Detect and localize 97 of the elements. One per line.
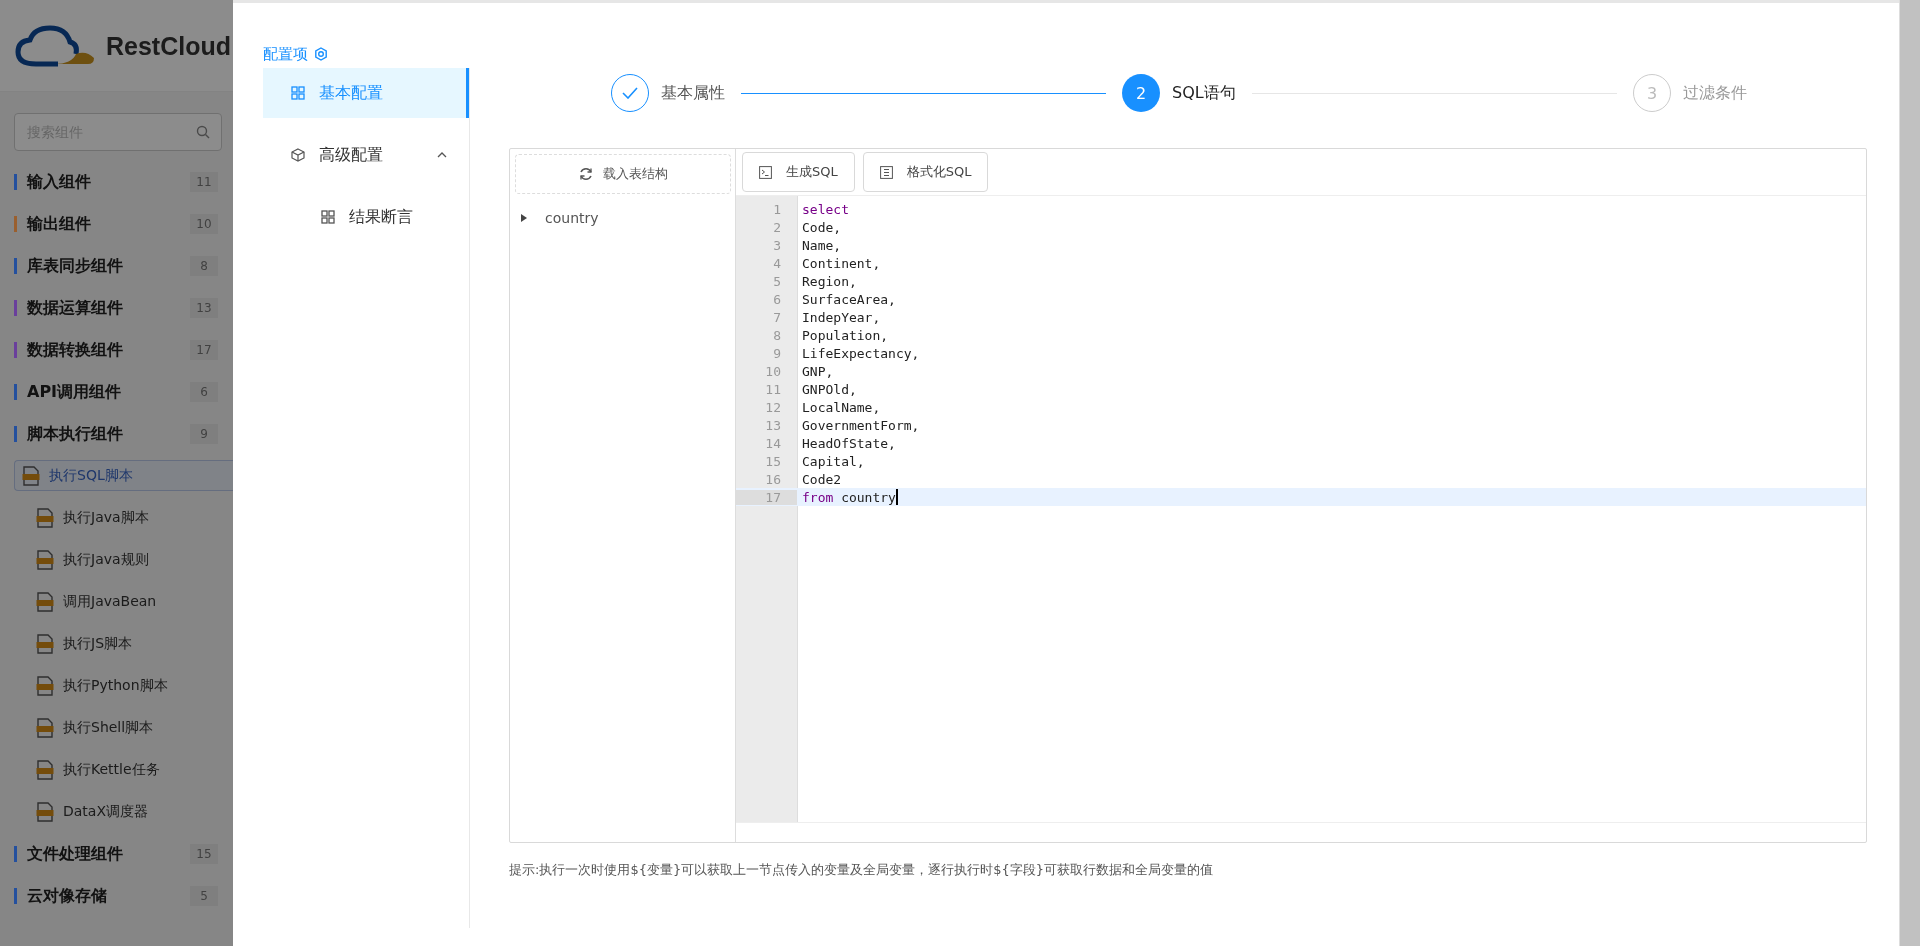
file-icon xyxy=(36,718,54,738)
code-editor[interactable] xyxy=(736,196,1866,823)
count-badge: 11 xyxy=(190,172,218,192)
file-icon xyxy=(36,550,54,570)
component-item[interactable]: 执行Java脚本 xyxy=(14,497,233,539)
component-item[interactable]: 执行Shell脚本 xyxy=(14,707,233,749)
grid-icon xyxy=(321,210,335,224)
code-line: Capital, xyxy=(801,452,865,470)
line-number: 2 xyxy=(772,219,782,235)
line-number: 17 xyxy=(736,489,797,505)
code-line: select xyxy=(801,200,849,218)
category-label[interactable]: 数据转换组件 xyxy=(27,339,190,361)
component-item[interactable]: 调用JavaBean xyxy=(14,581,233,623)
line-number: 8 xyxy=(772,327,782,343)
line-number: 12 xyxy=(764,399,782,415)
count-badge: 8 xyxy=(190,256,218,276)
terminal-icon xyxy=(759,165,772,179)
count-badge: 10 xyxy=(190,214,218,234)
component-item[interactable]: 执行Kettle任务 xyxy=(14,749,233,791)
hint-text: 提示:执行一次时使用${变量}可以获取上一节点传入的变量及全局变量，逐行执行时${字段}可获取行数据和全局变量的值 xyxy=(509,861,1214,879)
code-line: Code2 xyxy=(801,470,842,488)
code-line: GovernmentForm, xyxy=(801,416,920,434)
grid-icon xyxy=(291,86,305,100)
count-badge: 13 xyxy=(190,298,218,318)
step-title: 过滤条件 xyxy=(1683,82,1747,104)
code-line: Continent, xyxy=(801,254,881,272)
line-number: 7 xyxy=(772,309,782,325)
line-number: 5 xyxy=(772,273,782,289)
code-line: Region, xyxy=(801,272,857,290)
line-number: 11 xyxy=(764,381,782,397)
line-number: 9 xyxy=(772,345,782,361)
step-title: 基本属性 xyxy=(661,82,725,104)
category-label[interactable]: 文件处理组件 xyxy=(27,843,190,865)
menu-item[interactable]: 高级配置 xyxy=(263,130,469,180)
category-label[interactable]: API调用组件 xyxy=(27,381,190,403)
category-label[interactable]: 数据运算组件 xyxy=(27,297,190,319)
component-item[interactable]: 执行Python脚本 xyxy=(14,665,233,707)
component-item[interactable]: 执行Java规则 xyxy=(14,539,233,581)
toolbar-button[interactable]: 格式化SQL xyxy=(862,152,989,192)
refresh-icon xyxy=(578,167,593,181)
category-label[interactable]: 输出组件 xyxy=(27,213,190,235)
panel-title: 配置项 xyxy=(263,44,308,64)
count-badge: 17 xyxy=(190,340,218,360)
logo-text: RestCloud xyxy=(106,30,231,62)
line-number: 3 xyxy=(772,237,782,253)
line-number: 15 xyxy=(764,453,782,469)
count-badge: 15 xyxy=(190,844,218,864)
count-badge: 9 xyxy=(190,424,218,444)
component-item[interactable]: 执行JS脚本 xyxy=(14,623,233,665)
count-badge: 5 xyxy=(190,886,218,906)
code-line: Code, xyxy=(801,218,842,236)
chevron-icon xyxy=(437,152,447,158)
code-line: Name, xyxy=(801,236,842,254)
code-line: LifeExpectancy, xyxy=(801,344,920,362)
search-icon xyxy=(196,125,210,139)
file-icon xyxy=(36,634,54,654)
tree-node[interactable]: country xyxy=(545,210,599,226)
category-label[interactable]: 脚本执行组件 xyxy=(27,423,190,445)
load-structure-button[interactable]: 载入表结构 xyxy=(515,154,731,194)
file-icon xyxy=(36,592,54,612)
cube-icon xyxy=(291,148,305,162)
category-label[interactable]: 库表同步组件 xyxy=(27,255,190,277)
check-icon xyxy=(622,87,638,99)
toolbar-button[interactable]: 生成SQL xyxy=(742,152,855,192)
document-icon xyxy=(879,165,893,179)
line-number: 6 xyxy=(772,291,782,307)
step-title: SQL语句 xyxy=(1172,82,1236,104)
line-number: 16 xyxy=(764,471,782,487)
code-line: HeadOfState, xyxy=(801,434,896,452)
code-line: LocalName, xyxy=(801,398,881,416)
file-icon xyxy=(36,676,54,696)
file-icon xyxy=(36,760,54,780)
text-cursor xyxy=(895,489,898,505)
code-line: IndepYear, xyxy=(801,308,881,326)
code-line: SurfaceArea, xyxy=(801,290,896,308)
file-icon xyxy=(36,802,54,822)
file-icon xyxy=(22,465,40,486)
count-badge: 6 xyxy=(190,382,218,402)
line-number: 1 xyxy=(772,201,782,217)
code-line: GNP, xyxy=(801,362,834,380)
category-label[interactable]: 云对像存储 xyxy=(27,885,190,907)
scrollbar[interactable] xyxy=(1899,0,1920,946)
line-number: 4 xyxy=(772,255,782,271)
step-indicator: 2 xyxy=(1122,74,1160,112)
code-line: GNPOld, xyxy=(801,380,857,398)
file-icon xyxy=(36,508,54,528)
component-item[interactable]: 执行SQL脚本 xyxy=(14,460,233,491)
line-number: 13 xyxy=(764,417,782,433)
menu-item[interactable]: 结果断言 xyxy=(263,192,469,242)
code-line: from country xyxy=(801,488,896,506)
settings-icon xyxy=(314,47,328,61)
component-item[interactable]: DataX调度器 xyxy=(14,791,233,833)
code-line: Population, xyxy=(801,326,889,344)
line-number: 10 xyxy=(764,363,782,379)
category-label[interactable]: 输入组件 xyxy=(27,171,190,193)
line-number: 14 xyxy=(764,435,782,451)
menu-item[interactable]: 基本配置 xyxy=(263,68,469,118)
